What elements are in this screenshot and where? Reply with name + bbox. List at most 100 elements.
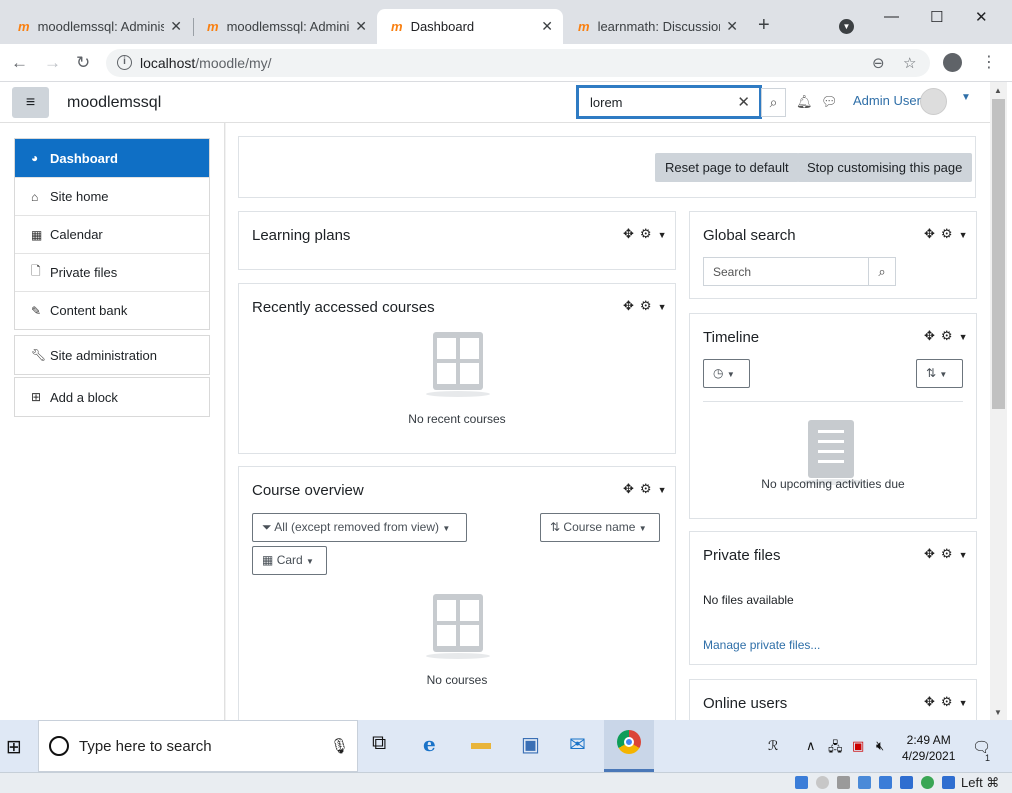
chevron-down-icon[interactable]: ▼ [959, 332, 968, 342]
drawer-toggle-button[interactable]: ≡ [12, 87, 49, 118]
site-info-icon[interactable]: i [117, 55, 132, 70]
new-tab-icon[interactable]: + [758, 14, 770, 37]
gear-icon[interactable]: ⚙ [941, 694, 953, 709]
gear-icon[interactable]: ⚙ [640, 226, 652, 241]
close-window-icon[interactable]: ✕ [975, 8, 988, 26]
course-filter-dropdown[interactable]: ⏷ All (except removed from view) ▼ [252, 513, 467, 542]
chevron-down-icon[interactable]: ▼ [658, 302, 667, 312]
maximize-icon[interactable]: ☐ [930, 8, 943, 26]
browser-menu-icon[interactable]: ⋮ [981, 52, 997, 72]
windows-start-icon[interactable]: ⊞ [6, 736, 22, 759]
vm-icon[interactable] [816, 776, 829, 789]
move-icon[interactable]: ✥ [924, 546, 935, 561]
file-explorer-icon[interactable]: ▬ [471, 732, 491, 755]
tab-close-icon[interactable]: ✕ [726, 18, 738, 35]
stop-customising-button[interactable]: Stop customising this page [797, 153, 973, 182]
nav-item-content-bank[interactable]: ✎ Content bank [15, 291, 209, 329]
user-avatar[interactable] [920, 88, 947, 115]
notification-count-badge: 1 [985, 753, 991, 763]
dropdown-label: Card [276, 553, 303, 567]
tab-search-icon[interactable]: ▼ [839, 19, 854, 34]
course-view-dropdown[interactable]: ▦ Card ▼ [252, 546, 327, 575]
browser-tab-active[interactable]: m Dashboard ✕ [377, 9, 563, 44]
scrollbar-thumb[interactable] [992, 99, 1005, 409]
search-icon[interactable]: ⌕ [868, 257, 896, 286]
browser-tab[interactable]: m moodlemssql: Adminis ✕ [193, 9, 377, 44]
nav-item-site-administration[interactable]: 🔧︎ Site administration [15, 336, 209, 374]
vm-icon[interactable] [837, 776, 850, 789]
nav-item-site-home[interactable]: ⌂ Site home [15, 177, 209, 215]
move-icon[interactable]: ✥ [924, 694, 935, 709]
microphone-icon[interactable]: 🎙︎ [330, 737, 349, 755]
nav-item-calendar[interactable]: ▦ Calendar [15, 215, 209, 253]
vm-icon[interactable] [900, 776, 913, 789]
browser-tab[interactable]: m moodlemssql: Adminis ✕ [4, 9, 192, 44]
chevron-up-icon[interactable]: ∧ [806, 738, 816, 754]
battery-warning-icon[interactable]: ▣ [852, 738, 864, 754]
taskbar-search-box[interactable]: Type here to search 🎙︎ [38, 720, 358, 772]
bookmark-star-icon[interactable]: ☆ [903, 54, 916, 72]
task-view-icon[interactable]: ⧉ [372, 732, 386, 755]
store-icon[interactable]: ▣ [521, 732, 540, 757]
clear-search-icon[interactable]: ✕ [737, 93, 750, 111]
site-name[interactable]: moodlemssql [67, 94, 161, 112]
move-icon[interactable]: ✥ [924, 328, 935, 343]
move-icon[interactable]: ✥ [623, 481, 634, 496]
chevron-down-icon[interactable]: ▼ [658, 230, 667, 240]
taskbar-clock[interactable]: 2:49 AM 4/29/2021 [902, 732, 955, 764]
forward-icon[interactable]: → [44, 53, 61, 73]
course-sort-dropdown[interactable]: ⇅ Course name ▼ [540, 513, 660, 542]
network-icon[interactable]: 🖧︎ [828, 738, 843, 760]
back-icon[interactable]: ← [11, 53, 28, 73]
chevron-down-icon[interactable]: ▼ [961, 92, 971, 103]
reload-icon[interactable]: ↻ [76, 53, 90, 73]
vm-icon[interactable] [858, 776, 871, 789]
vm-icon[interactable] [795, 776, 808, 789]
gear-icon[interactable]: ⚙ [640, 481, 652, 496]
chevron-down-icon[interactable]: ▼ [959, 698, 968, 708]
reset-page-button[interactable]: Reset page to default [655, 153, 799, 182]
vm-icon[interactable] [942, 776, 955, 789]
move-icon[interactable]: ✥ [623, 298, 634, 313]
nav-item-private-files[interactable]: 🗋︎ Private files [15, 253, 209, 291]
profile-avatar-icon[interactable] [943, 53, 962, 72]
nav-item-add-block[interactable]: ⊞ Add a block [15, 378, 209, 416]
chevron-down-icon[interactable]: ▼ [658, 485, 667, 495]
manage-private-files-link[interactable]: Manage private files... [703, 638, 820, 652]
notifications-bell-icon[interactable]: 🔔︎ [796, 94, 813, 110]
scroll-down-icon[interactable]: ▼ [994, 708, 1002, 717]
search-button[interactable]: ⌕ [761, 88, 786, 117]
chevron-down-icon[interactable]: ▼ [959, 230, 968, 240]
address-bar[interactable]: i localhost/moodle/my/ ⊖ ☆ [106, 49, 930, 77]
tab-close-icon[interactable]: ✕ [355, 18, 367, 35]
people-icon[interactable]: ℛ [768, 738, 778, 754]
edge-icon[interactable]: e [423, 732, 436, 756]
gear-icon[interactable]: ⚙ [941, 226, 953, 241]
chevron-down-icon[interactable]: ▼ [959, 550, 968, 560]
chrome-taskbar-button[interactable] [604, 720, 654, 772]
gear-icon[interactable]: ⚙ [941, 328, 953, 343]
volume-muted-icon[interactable]: 🔇︎ [876, 738, 884, 754]
mail-icon[interactable]: ✉ [569, 732, 586, 757]
timeline-filter-dropdown[interactable]: ◷ ▼ [703, 359, 750, 388]
zoom-icon[interactable]: ⊖ [872, 54, 885, 72]
gear-icon[interactable]: ⚙ [941, 546, 953, 561]
browser-tab[interactable]: m learnmath: Discussion ✕ [564, 9, 748, 44]
minimize-icon[interactable]: — [884, 8, 899, 25]
navbar-search-input[interactable]: lorem ✕ [576, 85, 762, 119]
scroll-up-icon[interactable]: ▲ [994, 86, 1002, 95]
vm-icon[interactable] [921, 776, 934, 789]
global-search-input[interactable]: Search [703, 257, 869, 286]
user-menu-name[interactable]: Admin User [853, 93, 921, 108]
vm-icon[interactable] [879, 776, 892, 789]
tab-close-icon[interactable]: ✕ [541, 18, 553, 35]
move-icon[interactable]: ✥ [924, 226, 935, 241]
move-icon[interactable]: ✥ [623, 226, 634, 241]
timeline-sort-dropdown[interactable]: ⇅ ▼ [916, 359, 963, 388]
nav-item-dashboard[interactable]: ◕ Dashboard [15, 139, 209, 177]
messages-icon[interactable]: 💬︎ [821, 94, 838, 110]
tab-close-icon[interactable]: ✕ [170, 18, 182, 35]
page-scrollbar[interactable]: ▲ ▼ [990, 82, 1007, 720]
block-controls: ✥ ⚙ ▼ [918, 546, 967, 562]
gear-icon[interactable]: ⚙ [640, 298, 652, 313]
